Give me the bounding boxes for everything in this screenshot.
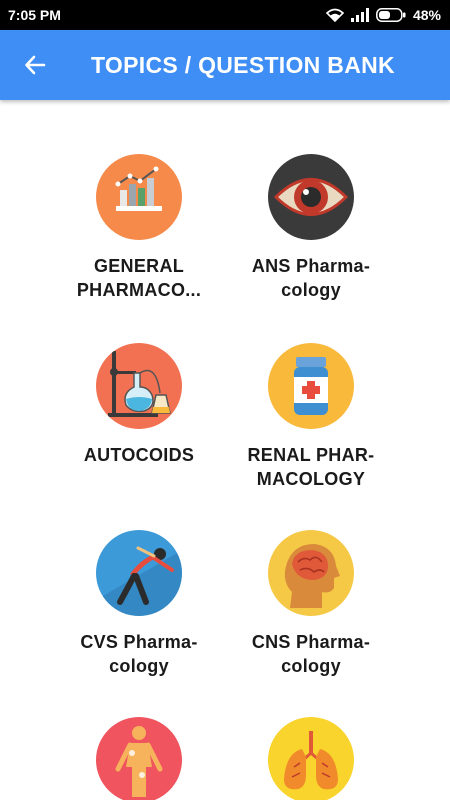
topic-label: CVS Pharma-cology — [80, 632, 198, 676]
brain-head-icon — [268, 530, 354, 616]
human-body-icon — [96, 717, 182, 800]
stretching-person-icon — [96, 530, 182, 616]
topic-tile-general-pharmacology[interactable]: GENERAL PHARMACO... — [44, 154, 234, 302]
bar-chart-icon — [96, 154, 182, 240]
back-button[interactable] — [0, 30, 70, 100]
topic-label: GENERAL PHARMACO... — [76, 256, 202, 300]
eye-icon — [268, 154, 354, 240]
status-time: 7:05 PM — [8, 7, 61, 23]
topic-label: CNS Pharma-cology — [251, 632, 371, 676]
topic-tile-autocoids[interactable]: AUTOCOIDS — [44, 343, 234, 467]
lungs-icon — [268, 717, 354, 800]
app-bar: TOPICS / QUESTION BANK — [0, 30, 450, 100]
topic-tile-cvs-pharmacology[interactable]: CVS Pharma-cology — [44, 530, 234, 678]
battery-icon — [376, 8, 406, 22]
status-icons: 48% — [325, 7, 441, 23]
topic-label: ANS Pharma-cology — [251, 256, 371, 300]
page-title: TOPICS / QUESTION BANK — [91, 51, 395, 78]
status-bar: 7:05 PM 48% — [0, 0, 450, 30]
topic-tile-body[interactable] — [44, 717, 234, 800]
arrow-left-icon — [25, 55, 46, 75]
topic-label: RENAL PHAR-MACOLOGY — [247, 445, 375, 489]
topics-grid: GENERAL PHARMACO... ANS Pharma-cology AU… — [0, 100, 450, 800]
topic-tile-renal-pharmacology[interactable]: RENAL PHAR-MACOLOGY — [216, 343, 406, 491]
wifi-icon — [325, 8, 344, 22]
medicine-bottle-icon — [268, 343, 354, 429]
topic-tile-ans-pharmacology[interactable]: ANS Pharma-cology — [216, 154, 406, 302]
topic-label: AUTOCOIDS — [83, 445, 195, 465]
battery-percent: 48% — [412, 7, 441, 23]
topic-tile-cns-pharmacology[interactable]: CNS Pharma-cology — [216, 530, 406, 678]
topic-tile-lungs[interactable] — [216, 717, 406, 800]
signal-icon — [350, 8, 369, 22]
lab-flask-icon — [96, 343, 182, 429]
